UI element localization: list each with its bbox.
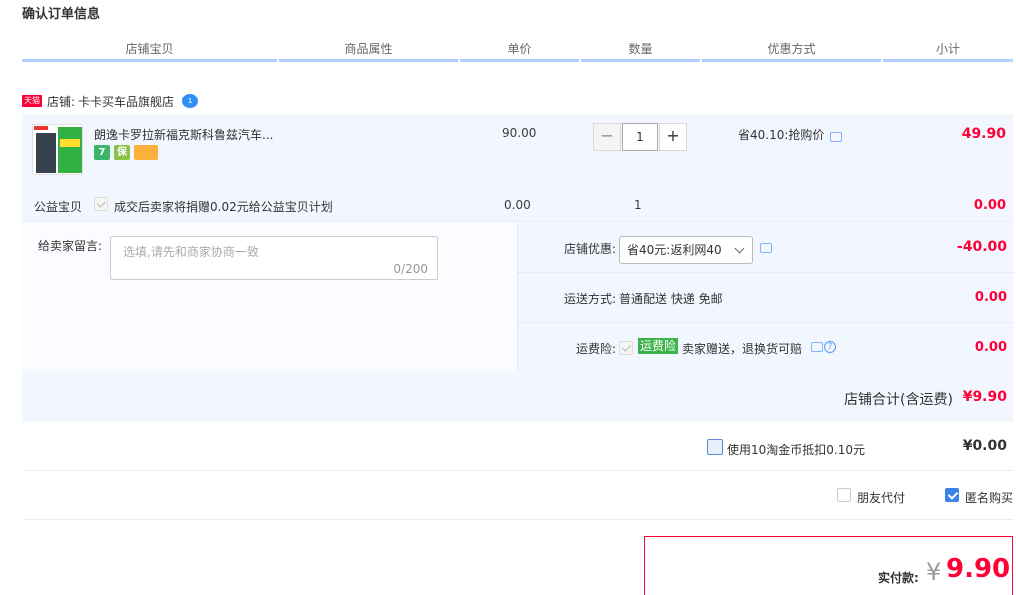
- insurance-badge: 运费险: [638, 338, 679, 354]
- charity-text: 成交后卖家将捐赠0.02元给公益宝贝计划: [114, 200, 333, 214]
- col-header-quantity: 数量: [581, 40, 700, 62]
- order-options: 店铺优惠: 省40元:返利网40 -40.00 运送方式: 普通配送 快递 免邮…: [517, 223, 1014, 371]
- insurance-icons: ?: [811, 341, 836, 353]
- payment-label: 实付款:: [878, 571, 919, 585]
- tmall-badge-icon: 天猫: [22, 95, 42, 107]
- item-row: 朗逸卡罗拉新福克斯科鲁兹汽车... 7 保 90.00 − 1 + 省40.10…: [22, 114, 1013, 186]
- seller-message-input[interactable]: 选填,请先和商家协商一致 0/200: [110, 236, 438, 280]
- shop-discount-value: 省40元:返利网40: [627, 243, 722, 257]
- product-thumbnail[interactable]: [32, 124, 83, 175]
- shop-total-row: 店铺合计(含运费) ¥9.90: [22, 371, 1013, 422]
- taobao-coins-value: ¥0.00: [962, 438, 1007, 454]
- item-discount: 省40.10:抢购价: [738, 126, 843, 143]
- shipping-label: 运送方式:: [563, 292, 616, 306]
- col-header-discount: 优惠方式: [702, 40, 881, 62]
- insurance-row: 运费险: 运费险 卖家赠送，退换货可赔 ? 0.00: [518, 323, 1014, 371]
- shop-discount-row: 店铺优惠: 省40元:返利网40 -40.00: [518, 223, 1014, 273]
- friend-pay-checkbox[interactable]: [837, 488, 851, 502]
- col-header-attributes: 商品属性: [279, 40, 458, 62]
- seller-message-label: 给卖家留言:: [38, 239, 103, 253]
- wangwang-chat-icon[interactable]: 1: [182, 94, 199, 108]
- insurance-info-icon[interactable]: [811, 342, 823, 352]
- shop-discount-select[interactable]: 省40元:返利网40: [619, 236, 753, 264]
- shop-header: 天猫 店铺: 卡卡买车品旗舰店 1: [22, 92, 199, 110]
- quantity-plus-button[interactable]: +: [659, 123, 687, 151]
- guarantee-icon[interactable]: 保: [114, 145, 130, 160]
- payment-amount: 9.90: [946, 554, 1011, 584]
- page-title: 确认订单信息: [22, 7, 101, 22]
- item-subtotal: 49.90: [961, 126, 1006, 142]
- help-icon[interactable]: ?: [824, 341, 836, 353]
- quantity-input[interactable]: 1: [622, 123, 658, 151]
- shop-prefix: 店铺:: [47, 94, 76, 109]
- shipping-amount: 0.00: [974, 290, 1007, 305]
- insurance-label: 运费险:: [575, 342, 616, 356]
- insurance-text: 卖家赠送，退换货可赔: [682, 342, 803, 356]
- payment-currency: ¥: [926, 558, 942, 586]
- taobao-coins-row: 使用10淘金币抵扣0.10元 ¥0.00: [22, 423, 1013, 471]
- shop-discount-amount: -40.00: [956, 239, 1007, 255]
- shop-total-value: ¥9.90: [962, 389, 1007, 405]
- col-header-item: 店铺宝贝: [22, 40, 277, 62]
- seller-message-placeholder: 选填,请先和商家协商一致: [123, 245, 259, 259]
- seller-message-counter: 0/200: [393, 262, 428, 276]
- charity-price: 0.00: [504, 198, 531, 212]
- service-badges: 7 保: [94, 145, 158, 160]
- discount-info-icon[interactable]: [830, 131, 843, 142]
- shop-total-label: 店铺合计(含运费): [844, 392, 953, 408]
- chevron-down-icon: [734, 243, 745, 254]
- credit-card-icon[interactable]: [134, 145, 158, 160]
- insurance-amount: 0.00: [974, 340, 1007, 355]
- product-title-link[interactable]: 朗逸卡罗拉新福克斯科鲁兹汽车...: [94, 126, 273, 143]
- shipping-row: 运送方式: 普通配送 快递 免邮 0.00: [518, 273, 1014, 323]
- column-headers: 店铺宝贝 商品属性 单价 数量 优惠方式 小计: [22, 40, 1013, 62]
- payment-summary-box: 实付款: ¥ 9.90: [644, 536, 1013, 595]
- item-discount-text: 省40.10:抢购价: [738, 128, 825, 142]
- anonymous-purchase-checkbox[interactable]: [945, 488, 959, 502]
- quantity-minus-button[interactable]: −: [593, 123, 621, 151]
- friend-pay-label[interactable]: 朋友代付: [857, 489, 905, 506]
- taobao-coins-checkbox[interactable]: [707, 439, 723, 455]
- seller-message-area: 给卖家留言: 选填,请先和商家协商一致 0/200: [22, 223, 517, 371]
- col-header-subtotal: 小计: [883, 40, 1013, 62]
- charity-quantity: 1: [634, 198, 642, 212]
- charity-checkbox: [94, 197, 108, 211]
- shop-discount-info-icon[interactable]: [760, 243, 772, 253]
- seven-day-return-icon[interactable]: 7: [94, 145, 110, 160]
- shop-discount-label: 店铺优惠:: [563, 242, 616, 256]
- payment-options-row: 朋友代付 匿名购买: [22, 472, 1013, 520]
- order-box: 朗逸卡罗拉新福克斯科鲁兹汽车... 7 保 90.00 − 1 + 省40.10…: [22, 114, 1014, 422]
- taobao-coins-text[interactable]: 使用10淘金币抵扣0.10元: [727, 441, 865, 458]
- quantity-stepper: − 1 +: [593, 123, 687, 151]
- col-header-unit-price: 单价: [460, 40, 579, 62]
- unit-price: 90.00: [502, 126, 537, 140]
- charity-label: 公益宝贝: [34, 200, 83, 214]
- shop-name-link[interactable]: 卡卡买车品旗舰店: [78, 93, 174, 110]
- insurance-checkbox: [619, 341, 633, 355]
- anonymous-purchase-label[interactable]: 匿名购买: [965, 489, 1013, 506]
- shipping-value: 普通配送 快递 免邮: [619, 292, 723, 306]
- charity-row: 公益宝贝 成交后卖家将捐赠0.02元给公益宝贝计划 0.00 1 0.00: [22, 186, 1013, 222]
- charity-subtotal: 0.00: [973, 198, 1006, 213]
